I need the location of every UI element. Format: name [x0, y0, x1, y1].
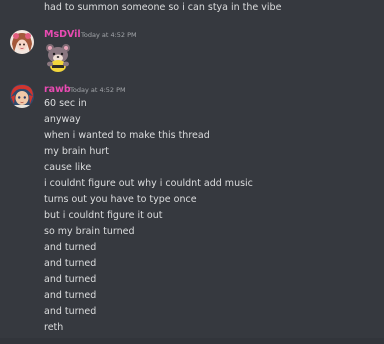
- message-line: and turned: [44, 258, 97, 269]
- message-line: 60 sec in: [44, 98, 87, 109]
- rawb-author-name[interactable]: rawb: [44, 84, 71, 95]
- message-line: reth: [44, 322, 64, 333]
- message-line: turns out you have to type once: [44, 194, 197, 205]
- message-line: and turned: [44, 290, 97, 301]
- message-line: and turned: [44, 242, 97, 253]
- message-line: so my brain turned: [44, 226, 135, 237]
- msdvil-timestamp: Today at 4:52 PM: [81, 31, 137, 39]
- message-line: when i wanted to make this thread: [44, 130, 210, 141]
- chat-bottom-edge: [0, 338, 384, 344]
- rawb-avatar[interactable]: [10, 84, 34, 108]
- chat-messages: had to summon someone so i can stya in t…: [0, 0, 384, 344]
- message-text: had to summon someone so i can stya in t…: [44, 2, 282, 13]
- message-line: anyway: [44, 114, 81, 125]
- message-line: and turned: [44, 274, 97, 285]
- msdvil-author-name[interactable]: MsDVil: [44, 29, 81, 40]
- message-line: my brain hurt: [44, 146, 110, 157]
- message-line: and turned: [44, 306, 97, 317]
- bear-sticker-icon: [44, 42, 72, 72]
- msdvil-avatar[interactable]: [10, 30, 34, 54]
- message-line: cause like: [44, 162, 92, 173]
- message-line: i couldnt figure out why i couldnt add m…: [44, 178, 253, 189]
- message-line: but i couldnt figure it out: [44, 210, 163, 221]
- rawb-timestamp: Today at 4:52 PM: [70, 86, 126, 94]
